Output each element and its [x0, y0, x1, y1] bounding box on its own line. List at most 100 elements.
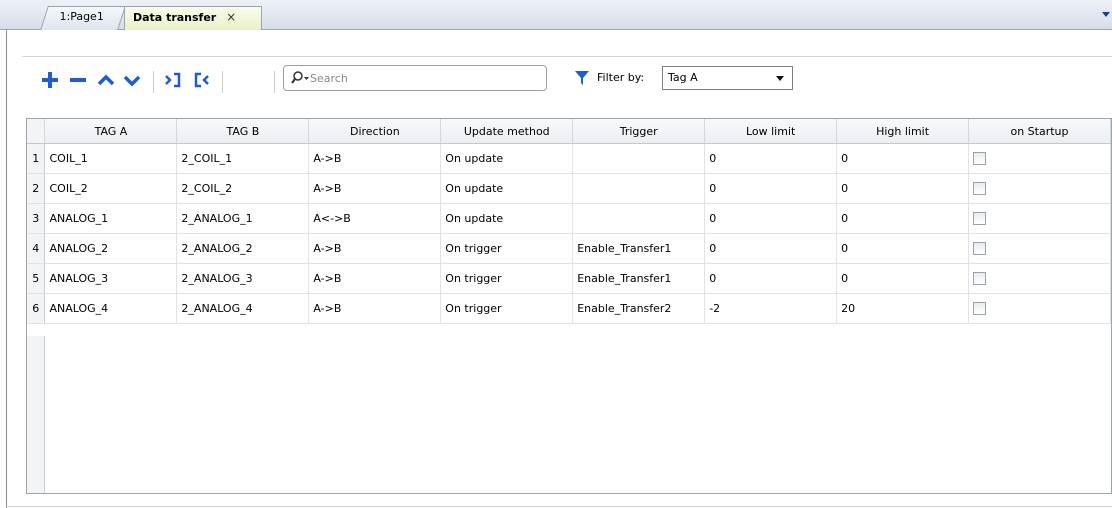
cell-high-limit[interactable]: 20	[836, 293, 970, 324]
chevron-down-icon	[776, 76, 784, 81]
on-startup-checkbox[interactable]	[973, 302, 987, 316]
table-row[interactable]: 5 ANALOG_3 2_ANALOG_3 A->B On trigger En…	[27, 263, 1111, 294]
cell-direction[interactable]: A->B	[308, 293, 442, 324]
move-up-icon[interactable]	[96, 69, 118, 91]
tab-data-transfer[interactable]: Data transfer ×	[124, 6, 262, 30]
data-transfer-grid: TAG A TAG B Direction Update method Trig…	[26, 118, 1112, 494]
header-row: TAG A TAG B Direction Update method Trig…	[27, 119, 1111, 144]
table-row[interactable]: 4 ANALOG_2 2_ANALOG_2 A->B On trigger En…	[27, 233, 1111, 264]
cell-direction[interactable]: A<->B	[308, 203, 442, 234]
toolbar-separator	[153, 71, 154, 93]
cell-high-limit[interactable]: 0	[836, 173, 970, 204]
row-number[interactable]: 6	[27, 293, 46, 324]
cell-low-limit[interactable]: 0	[704, 263, 838, 294]
cell-low-limit[interactable]: 0	[704, 173, 838, 204]
on-startup-checkbox[interactable]	[973, 272, 987, 286]
cell-direction[interactable]: A->B	[308, 263, 442, 294]
cell-trigger[interactable]	[572, 143, 706, 174]
on-startup-checkbox[interactable]	[973, 182, 987, 196]
cell-direction[interactable]: A->B	[308, 233, 442, 264]
column-header-update-method[interactable]: Update method	[440, 119, 574, 144]
cell-low-limit[interactable]: 0	[704, 203, 838, 234]
row-number[interactable]: 5	[27, 263, 46, 294]
cell-low-limit[interactable]: 0	[704, 233, 838, 264]
row-number[interactable]: 1	[27, 143, 46, 174]
table-row[interactable]: 3 ANALOG_1 2_ANALOG_1 A<->B On update 0 …	[27, 203, 1111, 234]
cell-tag-b[interactable]: 2_ANALOG_2	[176, 233, 310, 264]
cell-high-limit[interactable]: 0	[836, 233, 970, 264]
on-startup-checkbox[interactable]	[973, 152, 987, 166]
toolbar-separator	[274, 71, 275, 93]
remove-icon[interactable]	[68, 69, 90, 91]
cell-update-method[interactable]: On update	[440, 203, 574, 234]
cell-update-method[interactable]: On trigger	[440, 263, 574, 294]
cell-low-limit[interactable]: 0	[704, 143, 838, 174]
column-header-tag-a[interactable]: TAG A	[44, 119, 178, 144]
column-header-tag-b[interactable]: TAG B	[176, 119, 310, 144]
cell-tag-b[interactable]: 2_COIL_2	[176, 173, 310, 204]
column-header-low-limit[interactable]: Low limit	[704, 119, 838, 144]
row-number[interactable]: 2	[27, 173, 46, 204]
cell-tag-a[interactable]: ANALOG_2	[44, 233, 178, 264]
cell-tag-b[interactable]: 2_ANALOG_4	[176, 293, 310, 324]
column-header-trigger[interactable]: Trigger	[572, 119, 706, 144]
cell-trigger[interactable]	[572, 173, 706, 204]
filter-select-value: Tag A	[668, 71, 698, 84]
cell-trigger[interactable]: Enable_Transfer2	[572, 293, 706, 324]
cell-update-method[interactable]: On trigger	[440, 293, 574, 324]
bottom-border	[6, 506, 1112, 507]
column-header-direction[interactable]: Direction	[308, 119, 442, 144]
cell-high-limit[interactable]: 0	[836, 203, 970, 234]
cell-tag-a[interactable]: ANALOG_3	[44, 263, 178, 294]
corner-header	[27, 119, 46, 144]
cell-direction[interactable]: A->B	[308, 143, 442, 174]
row-number[interactable]: 4	[27, 233, 46, 264]
cell-update-method[interactable]: On update	[440, 143, 574, 174]
cell-tag-a[interactable]: COIL_1	[44, 143, 178, 174]
cell-on-startup	[968, 293, 1111, 324]
cell-tag-a[interactable]: ANALOG_4	[44, 293, 178, 324]
collapse-icon[interactable]	[192, 69, 214, 91]
cell-trigger[interactable]	[572, 203, 706, 234]
cell-update-method[interactable]: On update	[440, 173, 574, 204]
cell-on-startup	[968, 143, 1111, 174]
cell-trigger[interactable]: Enable_Transfer1	[572, 263, 706, 294]
column-header-on-startup[interactable]: on Startup	[968, 119, 1111, 144]
expand-icon[interactable]	[163, 69, 185, 91]
tab-list-dropdown-icon[interactable]	[1102, 12, 1110, 17]
search-input[interactable]	[310, 68, 540, 88]
table-row[interactable]: 6 ANALOG_4 2_ANALOG_4 A->B On trigger En…	[27, 293, 1111, 324]
toolbar: Filter by: Tag A	[22, 56, 1112, 106]
on-startup-checkbox[interactable]	[973, 212, 987, 226]
row-header-column	[27, 336, 45, 493]
cell-direction[interactable]: A->B	[308, 173, 442, 204]
table-row[interactable]: 2 COIL_2 2_COIL_2 A->B On update 0 0	[27, 173, 1111, 204]
cell-on-startup	[968, 233, 1111, 264]
frame-border	[6, 30, 7, 508]
cell-on-startup	[968, 203, 1111, 234]
cell-tag-a[interactable]: COIL_2	[44, 173, 178, 204]
search-field[interactable]	[283, 65, 547, 91]
cell-on-startup	[968, 263, 1111, 294]
on-startup-checkbox[interactable]	[973, 242, 987, 256]
cell-update-method[interactable]: On trigger	[440, 233, 574, 264]
cell-tag-b[interactable]: 2_ANALOG_1	[176, 203, 310, 234]
tab-page1[interactable]: 1:Page1	[40, 6, 126, 30]
move-down-icon[interactable]	[122, 69, 144, 91]
column-header-high-limit[interactable]: High limit	[836, 119, 970, 144]
filter-label: Filter by:	[597, 71, 645, 84]
cell-trigger[interactable]: Enable_Transfer1	[572, 233, 706, 264]
add-icon[interactable]	[40, 69, 62, 91]
close-icon[interactable]: ×	[226, 10, 236, 24]
search-icon	[290, 70, 310, 86]
cell-tag-b[interactable]: 2_ANALOG_3	[176, 263, 310, 294]
cell-low-limit[interactable]: -2	[704, 293, 838, 324]
table-row[interactable]: 1 COIL_1 2_COIL_1 A->B On update 0 0	[27, 143, 1111, 174]
cell-high-limit[interactable]: 0	[836, 263, 970, 294]
row-number[interactable]: 3	[27, 203, 46, 234]
cell-on-startup	[968, 173, 1111, 204]
cell-high-limit[interactable]: 0	[836, 143, 970, 174]
cell-tag-a[interactable]: ANALOG_1	[44, 203, 178, 234]
filter-select[interactable]: Tag A	[662, 66, 793, 90]
cell-tag-b[interactable]: 2_COIL_1	[176, 143, 310, 174]
